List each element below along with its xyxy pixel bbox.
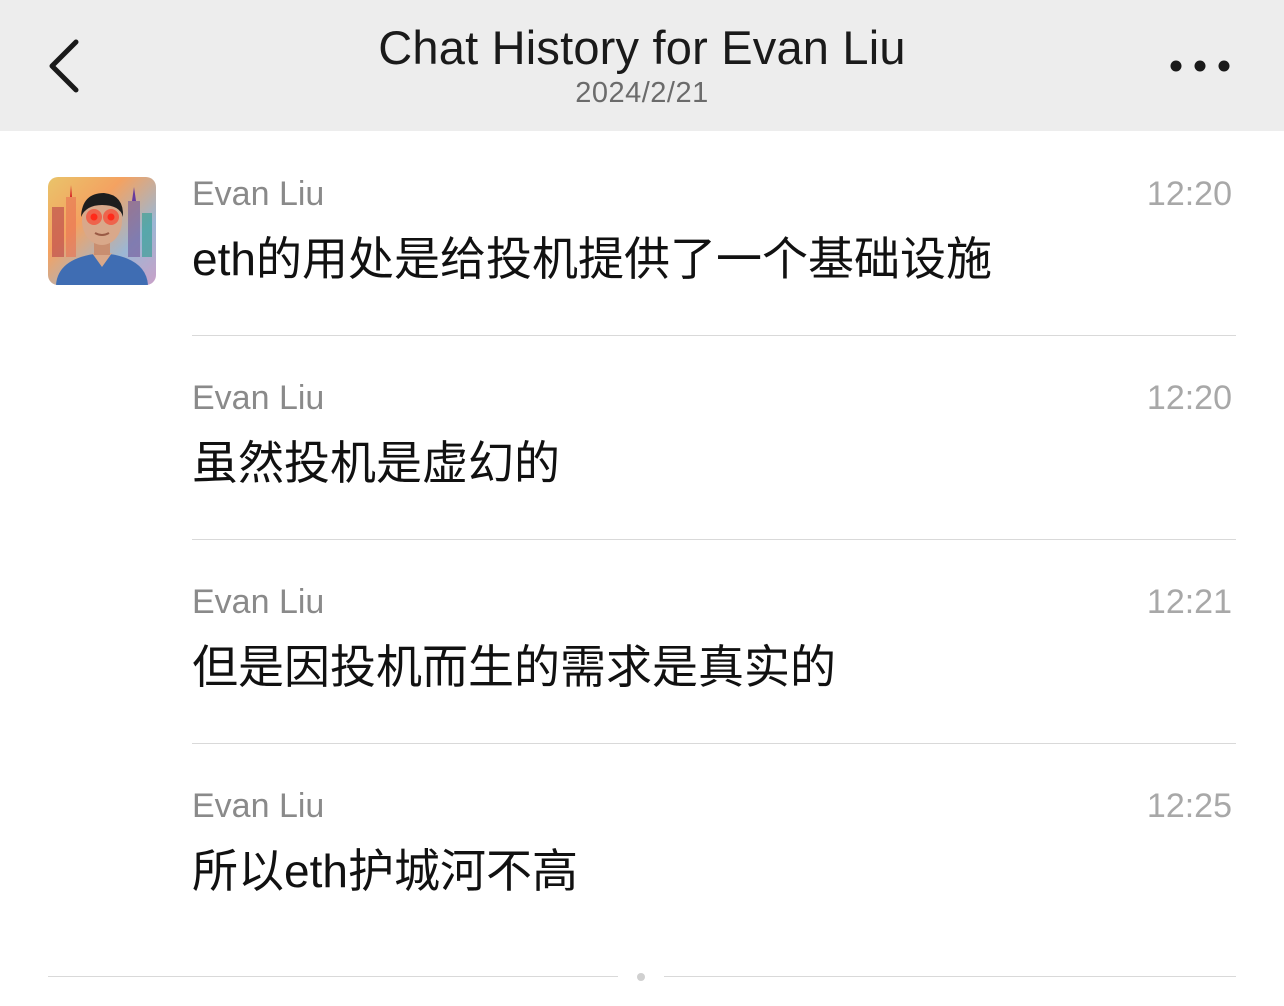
message-time: 12:25 [1146,787,1232,825]
message-text: 所以eth护城河不高 [192,845,578,897]
message-item[interactable]: Evan Liu 12:20 虽然投机是虚幻的 [192,381,1236,585]
divider [192,743,1236,744]
message-item[interactable]: Evan Liu 12:20 eth的用处是给投机提供了一个基础设施 [192,177,1236,381]
message-time: 12:20 [1146,175,1232,213]
message-time: 12:20 [1146,379,1232,417]
message-item[interactable]: Evan Liu 12:21 但是因投机而生的需求是真实的 [192,585,1236,789]
message-item[interactable]: Evan Liu 12:25 所以eth护城河不高 [192,789,1236,993]
message-sender: Evan Liu [192,787,325,825]
avatar[interactable] [48,177,156,285]
page-title: Chat History for Evan Liu [378,21,906,74]
message-sender: Evan Liu [192,583,325,621]
message-sender: Evan Liu [192,175,325,213]
bottom-divider [664,976,1236,977]
message-sender: Evan Liu [192,379,325,417]
message-text: eth的用处是给投机提供了一个基础设施 [192,233,992,285]
message-text: 但是因投机而生的需求是真实的 [192,641,836,693]
nav-header: Chat History for Evan Liu 2024/2/21 [0,0,1284,131]
divider [192,335,1236,336]
divider [192,539,1236,540]
message-time: 12:21 [1146,583,1232,621]
ellipsis-icon [1170,60,1230,72]
bottom-divider [48,976,618,977]
page-subtitle-date: 2024/2/21 [575,77,709,109]
message-text: 虽然投机是虚幻的 [192,437,560,489]
more-options-button[interactable] [1164,46,1236,86]
end-of-list-dot [637,973,645,981]
